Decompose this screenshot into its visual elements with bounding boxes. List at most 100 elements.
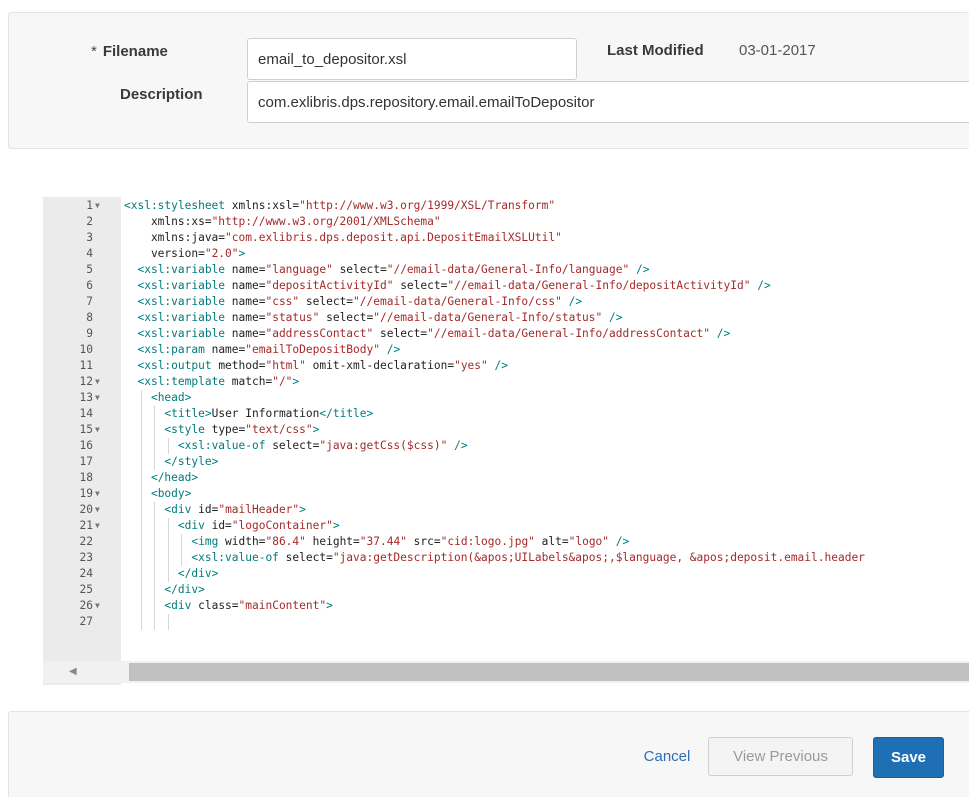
line-number: 1 bbox=[86, 199, 93, 212]
line-number: 11 bbox=[79, 359, 93, 372]
code-text: <xsl:variable name="addressContact" sele… bbox=[137, 327, 731, 340]
code-text: <xsl:variable name="css" select="//email… bbox=[137, 295, 583, 308]
horizontal-scrollbar[interactable]: ◀ bbox=[43, 661, 969, 683]
scrollbar-thumb[interactable] bbox=[129, 663, 969, 681]
code-text: <style type="text/css"> bbox=[164, 423, 320, 436]
line-number: 25 bbox=[79, 583, 93, 596]
code-text: <title>User Information</title> bbox=[164, 407, 374, 420]
code-line: 20 ▼ <div id="mailHeader"> bbox=[43, 502, 969, 518]
code-text: <xsl:variable name="language" select="//… bbox=[137, 263, 650, 276]
save-button[interactable]: Save bbox=[873, 737, 944, 778]
code-line: 21 ▼ <div id="logoContainer"> bbox=[43, 518, 969, 534]
code-line: 10 <xsl:param name="emailToDepositBody" … bbox=[43, 342, 969, 358]
fold-arrow-icon[interactable]: ▼ bbox=[95, 390, 105, 406]
line-number: 13 bbox=[79, 391, 93, 404]
code-text: <img width="86.4" height="37.44" src="ci… bbox=[191, 535, 630, 548]
code-lines: 1 ▼ <xsl:stylesheet xmlns:xsl="http://www.… bbox=[43, 198, 969, 630]
code-line: 24 </div> bbox=[43, 566, 969, 582]
code-text: <xsl:output method="html" omit-xml-decla… bbox=[137, 359, 508, 372]
fold-arrow-icon[interactable]: ▼ bbox=[95, 502, 105, 518]
description-label: Description bbox=[120, 86, 203, 103]
line-number: 8 bbox=[86, 311, 93, 324]
code-line: 4 version="2.0"> bbox=[43, 246, 969, 262]
file-details-panel: * Filename Last Modified 03-01-2017 Descr… bbox=[8, 12, 969, 149]
code-line: 1 ▼ <xsl:stylesheet xmlns:xsl="http://www.… bbox=[43, 198, 969, 214]
code-line: 15 ▼ <style type="text/css"> bbox=[43, 422, 969, 438]
line-number: 16 bbox=[79, 439, 93, 452]
line-number: 3 bbox=[86, 231, 93, 244]
line-number: 22 bbox=[79, 535, 93, 548]
code-text: <body> bbox=[150, 487, 192, 500]
code-line: 25 </div> bbox=[43, 582, 969, 598]
code-line: 9 <xsl:variable name="addressContact" se… bbox=[43, 326, 969, 342]
fold-arrow-icon[interactable]: ▼ bbox=[95, 374, 105, 390]
code-text: <xsl:variable name="status" select="//em… bbox=[137, 311, 623, 324]
code-line: 19 ▼ <body> bbox=[43, 486, 969, 502]
last-modified-label: Last Modified bbox=[607, 42, 704, 59]
code-line: 6 <xsl:variable name="depositActivityId"… bbox=[43, 278, 969, 294]
code-line: 17 </style> bbox=[43, 454, 969, 470]
line-number: 12 bbox=[79, 375, 93, 388]
code-text: xmlns:java="com.exlibris.dps.deposit.api… bbox=[124, 231, 562, 244]
code-text: version="2.0"> bbox=[124, 247, 246, 260]
code-text: </head> bbox=[150, 471, 199, 484]
last-modified-value: 03-01-2017 bbox=[739, 42, 816, 59]
filename-label-text: Filename bbox=[102, 43, 168, 60]
code-line: 12 ▼ <xsl:template match="/"> bbox=[43, 374, 969, 390]
code-line: 13 ▼ <head> bbox=[43, 390, 969, 406]
line-number: 21 bbox=[79, 519, 93, 532]
code-line: 23 <xsl:value-of select="java:getDescrip… bbox=[43, 550, 969, 566]
line-number: 10 bbox=[79, 343, 93, 356]
code-line: 11 <xsl:output method="html" omit-xml-de… bbox=[43, 358, 969, 374]
action-bar: Cancel View Previous Save bbox=[8, 711, 969, 797]
required-marker: * bbox=[91, 43, 97, 60]
cancel-button[interactable]: Cancel bbox=[633, 738, 701, 774]
code-text: <xsl:stylesheet xmlns:xsl="http://www.w3… bbox=[124, 199, 556, 212]
line-number: 26 bbox=[79, 599, 93, 612]
fold-arrow-icon[interactable]: ▼ bbox=[95, 518, 105, 534]
code-editor[interactable]: 1 ▼ <xsl:stylesheet xmlns:xsl="http://www.… bbox=[43, 197, 969, 685]
code-text: <xsl:value-of select="java:getCss($css)"… bbox=[177, 439, 468, 452]
fold-arrow-icon[interactable]: ▼ bbox=[95, 422, 105, 438]
line-number: 4 bbox=[86, 247, 93, 260]
fold-arrow-icon[interactable]: ▼ bbox=[95, 598, 105, 614]
code-line: 27 bbox=[43, 614, 969, 630]
code-line: 26 ▼ <div class="mainContent"> bbox=[43, 598, 969, 614]
scroll-left-icon[interactable]: ◀ bbox=[69, 665, 81, 679]
code-line: 7 <xsl:variable name="css" select="//ema… bbox=[43, 294, 969, 310]
code-line: 22 <img width="86.4" height="37.44" src=… bbox=[43, 534, 969, 550]
code-text: <div class="mainContent"> bbox=[164, 599, 333, 612]
code-line: 2 xmlns:xs="http://www.w3.org/2001/XMLSc… bbox=[43, 214, 969, 230]
code-text: <xsl:param name="emailToDepositBody" /> bbox=[137, 343, 401, 356]
code-line: 5 <xsl:variable name="language" select="… bbox=[43, 262, 969, 278]
code-text: <xsl:value-of select="java:getDescriptio… bbox=[191, 551, 865, 564]
fold-arrow-icon[interactable]: ▼ bbox=[95, 486, 105, 502]
code-line: 16 <xsl:value-of select="java:getCss($cs… bbox=[43, 438, 969, 454]
line-number: 6 bbox=[86, 279, 93, 292]
filename-label: * Filename bbox=[91, 43, 168, 60]
filename-input[interactable] bbox=[247, 38, 577, 80]
view-previous-button[interactable]: View Previous bbox=[708, 737, 853, 776]
line-number: 9 bbox=[86, 327, 93, 340]
code-text: xmlns:xs="http://www.w3.org/2001/XMLSche… bbox=[124, 215, 441, 228]
code-text: <head> bbox=[150, 391, 192, 404]
code-line: 18 </head> bbox=[43, 470, 969, 486]
line-number: 27 bbox=[79, 615, 93, 628]
line-number: 14 bbox=[79, 407, 93, 420]
code-text: <xsl:template match="/"> bbox=[137, 375, 300, 388]
code-text: </style> bbox=[164, 455, 219, 468]
description-input[interactable] bbox=[247, 81, 969, 123]
fold-arrow-icon[interactable]: ▼ bbox=[95, 198, 105, 214]
line-number: 20 bbox=[79, 503, 93, 516]
line-number: 23 bbox=[79, 551, 93, 564]
line-number: 7 bbox=[86, 295, 93, 308]
line-number: 5 bbox=[86, 263, 93, 276]
code-text: <div id="logoContainer"> bbox=[177, 519, 340, 532]
code-line: 3 xmlns:java="com.exlibris.dps.deposit.a… bbox=[43, 230, 969, 246]
line-number: 18 bbox=[79, 471, 93, 484]
line-number: 17 bbox=[79, 455, 93, 468]
code-line: 8 <xsl:variable name="status" select="//… bbox=[43, 310, 969, 326]
line-number: 24 bbox=[79, 567, 93, 580]
code-line: 14 <title>User Information</title> bbox=[43, 406, 969, 422]
